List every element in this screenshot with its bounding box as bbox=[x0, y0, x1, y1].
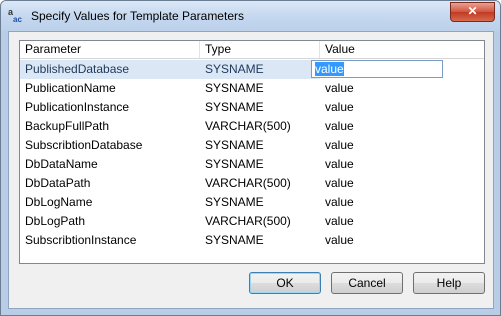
type-cell[interactable]: VARCHAR(500) bbox=[200, 117, 320, 136]
ok-button[interactable]: OK bbox=[249, 272, 321, 294]
dialog-client-area: Parameter Type Value PublishedDatabase SY… bbox=[8, 31, 494, 309]
table-row[interactable]: SubscribtionInstance SYSNAME value bbox=[20, 231, 484, 250]
template-parameters-icon: a ac bbox=[8, 7, 22, 24]
table-row[interactable]: PublishedDatabase SYSNAME value bbox=[20, 60, 484, 79]
close-icon: ✕ bbox=[467, 4, 478, 18]
window-title: Specify Values for Template Parameters bbox=[31, 9, 244, 23]
title-bar[interactable]: a ac Specify Values for Template Paramete… bbox=[1, 1, 500, 31]
grid-header: Parameter Type Value bbox=[20, 41, 484, 59]
type-cell[interactable]: SYSNAME bbox=[200, 193, 320, 212]
parameter-cell[interactable]: DbLogName bbox=[20, 193, 200, 212]
table-row[interactable]: PublicationInstance SYSNAME value bbox=[20, 98, 484, 117]
value-cell[interactable]: value bbox=[320, 98, 484, 117]
parameter-cell[interactable]: PublicationName bbox=[20, 79, 200, 98]
type-cell[interactable]: SYSNAME bbox=[200, 60, 320, 79]
value-cell[interactable]: value bbox=[320, 174, 484, 193]
table-row[interactable]: BackupFullPath VARCHAR(500) value bbox=[20, 117, 484, 136]
value-cell[interactable]: value bbox=[320, 117, 484, 136]
parameter-cell[interactable]: BackupFullPath bbox=[20, 117, 200, 136]
parameter-cell[interactable]: DbDataName bbox=[20, 155, 200, 174]
value-input[interactable]: value bbox=[311, 60, 443, 78]
parameter-cell[interactable]: PublishedDatabase bbox=[20, 60, 200, 79]
dialog-window: a ac Specify Values for Template Paramete… bbox=[0, 0, 501, 316]
type-cell[interactable]: VARCHAR(500) bbox=[200, 212, 320, 231]
table-row[interactable]: DbDataName SYSNAME value bbox=[20, 155, 484, 174]
value-cell[interactable]: value bbox=[320, 155, 484, 174]
parameter-cell[interactable]: DbDataPath bbox=[20, 174, 200, 193]
value-cell[interactable]: value bbox=[320, 193, 484, 212]
type-cell[interactable]: SYSNAME bbox=[200, 79, 320, 98]
value-cell[interactable]: value bbox=[320, 79, 484, 98]
table-row[interactable]: DbDataPath VARCHAR(500) value bbox=[20, 174, 484, 193]
type-cell[interactable]: SYSNAME bbox=[200, 98, 320, 117]
table-row[interactable]: SubscribtionDatabase SYSNAME value bbox=[20, 136, 484, 155]
type-cell[interactable]: SYSNAME bbox=[200, 155, 320, 174]
value-cell[interactable]: value bbox=[320, 231, 484, 250]
parameter-cell[interactable]: SubscribtionDatabase bbox=[20, 136, 200, 155]
column-header-parameter[interactable]: Parameter bbox=[20, 41, 200, 58]
type-cell[interactable]: SYSNAME bbox=[200, 136, 320, 155]
column-header-type[interactable]: Type bbox=[200, 41, 320, 58]
selected-value-text: value bbox=[315, 62, 344, 76]
parameter-cell[interactable]: DbLogPath bbox=[20, 212, 200, 231]
table-row[interactable]: PublicationName SYSNAME value bbox=[20, 79, 484, 98]
parameter-cell[interactable]: SubscribtionInstance bbox=[20, 231, 200, 250]
cancel-button[interactable]: Cancel bbox=[331, 272, 403, 294]
close-button[interactable]: ✕ bbox=[450, 2, 495, 22]
type-cell[interactable]: SYSNAME bbox=[200, 231, 320, 250]
parameter-cell[interactable]: PublicationInstance bbox=[20, 98, 200, 117]
parameters-grid[interactable]: Parameter Type Value PublishedDatabase SY… bbox=[19, 40, 485, 264]
type-cell[interactable]: VARCHAR(500) bbox=[200, 174, 320, 193]
value-cell[interactable]: value bbox=[320, 212, 484, 231]
column-header-value[interactable]: Value bbox=[320, 41, 484, 58]
table-row[interactable]: DbLogPath VARCHAR(500) value bbox=[20, 212, 484, 231]
table-row[interactable]: DbLogName SYSNAME value bbox=[20, 193, 484, 212]
help-button[interactable]: Help bbox=[413, 272, 485, 294]
value-cell[interactable]: value bbox=[320, 136, 484, 155]
